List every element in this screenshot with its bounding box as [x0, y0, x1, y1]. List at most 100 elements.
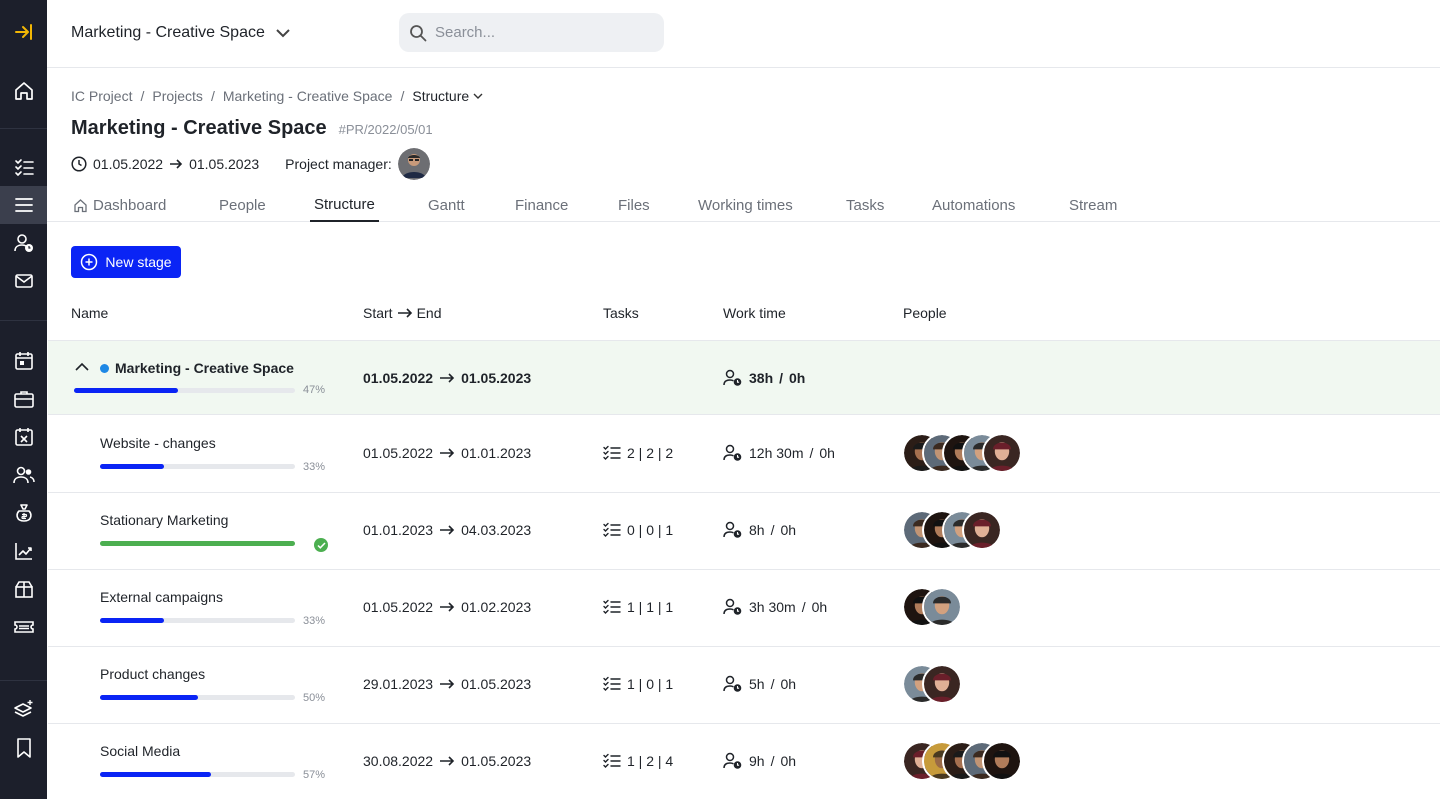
- checklist-icon: [603, 753, 621, 768]
- arrow-right-icon: [440, 525, 455, 535]
- tab-working-times[interactable]: Working times: [694, 189, 797, 222]
- progress-bar: [100, 772, 295, 777]
- expand-sidebar-button[interactable]: [0, 0, 47, 64]
- stage-name: Website - changes: [100, 435, 216, 451]
- tab-stream[interactable]: Stream: [1065, 189, 1121, 222]
- sidebar-item-bookmarks[interactable]: [0, 729, 47, 767]
- stage-row-parent[interactable]: Marketing - Creative Space 47% 01.05.202…: [48, 340, 1440, 415]
- sidebar-item-portfolio[interactable]: [0, 380, 47, 418]
- stage-row[interactable]: External campaigns 33% 01.05.2022 01.02.202…: [48, 570, 1440, 647]
- stage-work-time: 5h/0h: [723, 675, 796, 693]
- person-avatar[interactable]: [982, 433, 1022, 473]
- progress-label: 57%: [303, 769, 326, 781]
- user-clock-icon: [723, 752, 742, 769]
- sidebar-item-absences[interactable]: [0, 418, 47, 456]
- page-title: Marketing - Creative Space: [71, 117, 327, 139]
- stage-work-time: 8h/0h: [723, 521, 796, 539]
- progress-fill: [74, 388, 178, 393]
- stage-people: [902, 587, 962, 627]
- progress-label: 47%: [303, 384, 326, 396]
- stage-row[interactable]: Product changes 50% 29.01.2023 01.05.2023 1 …: [48, 647, 1440, 724]
- new-stage-button[interactable]: New stage: [71, 246, 181, 278]
- progress-bar: [100, 695, 295, 700]
- tab-files[interactable]: Files: [614, 189, 654, 222]
- chart-icon: [14, 543, 32, 560]
- chevron-up-icon[interactable]: [75, 362, 89, 372]
- breadcrumb-ic-project[interactable]: IC Project: [71, 88, 132, 104]
- person-avatar[interactable]: [922, 664, 962, 704]
- completed-check-icon: [314, 538, 328, 552]
- ticket-icon: [13, 621, 34, 633]
- project-tabs: Dashboard People Structure Gantt Finance…: [47, 180, 1440, 222]
- arrow-right-icon: [440, 448, 455, 458]
- sidebar-item-home[interactable]: [0, 72, 47, 110]
- arrow-right-icon: [397, 308, 412, 318]
- progress-fill: [100, 695, 198, 700]
- sidebar-item-tasks[interactable]: [0, 148, 47, 186]
- arrow-right-icon: [440, 602, 455, 612]
- tab-people[interactable]: People: [215, 189, 270, 222]
- project-code: #PR/2022/05/01: [338, 122, 433, 137]
- person-avatar[interactable]: [962, 510, 1002, 550]
- sidebar-item-products[interactable]: [0, 570, 47, 608]
- sidebar-item-projects[interactable]: [0, 186, 47, 224]
- breadcrumb-projects[interactable]: Projects: [152, 88, 203, 104]
- search-icon: [410, 24, 427, 41]
- stage-dates: 30.08.2022 01.05.2023: [363, 753, 532, 769]
- column-header-name: Name: [71, 305, 109, 321]
- search-input[interactable]: [435, 24, 635, 41]
- sidebar-item-reports[interactable]: [0, 532, 47, 570]
- workspace-selector[interactable]: Marketing - Creative Space: [71, 24, 291, 42]
- sidebar-item-people[interactable]: [0, 456, 47, 494]
- sidebar-item-tickets[interactable]: [0, 608, 47, 646]
- person-avatar[interactable]: [922, 587, 962, 627]
- checklist-icon: [603, 445, 621, 460]
- stage-row[interactable]: Social Media 57% 30.08.2022 01.05.2023 1 | 2…: [48, 724, 1440, 799]
- stage-row[interactable]: Website - changes 33% 01.05.2022 01.01.2023…: [48, 416, 1440, 493]
- stage-work-time: 3h 30m/0h: [723, 598, 827, 616]
- home-icon: [14, 82, 33, 100]
- menu-lines-icon: [14, 198, 33, 212]
- sidebar-item-finance[interactable]: [0, 494, 47, 532]
- sidebar-item-calendar[interactable]: [0, 342, 47, 380]
- stage-name: External campaigns: [100, 589, 223, 605]
- column-header-work-time: Work time: [723, 305, 786, 321]
- tab-gantt[interactable]: Gantt: [424, 189, 469, 222]
- sidebar-item-resources[interactable]: [0, 224, 47, 262]
- column-header-start-end: Start End: [363, 305, 442, 321]
- stage-name: Stationary Marketing: [100, 512, 229, 528]
- project-meta: 01.05.2022 01.05.2023 Project manager:: [71, 148, 430, 180]
- sidebar-item-mail[interactable]: [0, 262, 47, 300]
- sidebar-item-templates[interactable]: [0, 690, 47, 728]
- top-header: Marketing - Creative Space: [47, 0, 1440, 68]
- user-clock-icon: [723, 444, 742, 461]
- stage-work-time: 38h / 0h: [723, 369, 805, 387]
- arrow-right-icon: [440, 756, 455, 766]
- stage-tasks: 1 | 1 | 1: [603, 599, 673, 615]
- clock-icon: [71, 156, 87, 172]
- stage-tasks: 1 | 0 | 1: [603, 676, 673, 692]
- stage-row[interactable]: Stationary Marketing 01.01.2023 04.03.2023…: [48, 493, 1440, 570]
- tab-dashboard[interactable]: Dashboard: [69, 189, 170, 222]
- progress-bar: [100, 541, 295, 546]
- stage-people: [902, 433, 1022, 473]
- checklist-icon: [603, 599, 621, 614]
- breadcrumb-structure[interactable]: Structure: [412, 88, 483, 104]
- calendar-x-icon: [14, 428, 33, 446]
- tab-automations[interactable]: Automations: [928, 189, 1019, 222]
- user-clock-icon: [723, 598, 742, 615]
- person-avatar[interactable]: [982, 741, 1022, 781]
- stage-dates: 01.05.2022 01.02.2023: [363, 599, 532, 615]
- tab-structure[interactable]: Structure: [310, 189, 379, 222]
- project-title-row: Marketing - Creative Space #PR/2022/05/0…: [71, 117, 433, 140]
- tab-finance[interactable]: Finance: [511, 189, 572, 222]
- breadcrumb-project[interactable]: Marketing - Creative Space: [223, 88, 393, 104]
- tab-tasks[interactable]: Tasks: [842, 189, 888, 222]
- progress-bar: [100, 464, 295, 469]
- arrow-right-icon: [440, 679, 455, 689]
- project-manager-avatar[interactable]: [397, 148, 430, 180]
- stage-dates: 01.05.2022 01.05.2023: [363, 370, 532, 386]
- workspace-title: Marketing - Creative Space: [71, 24, 265, 41]
- stage-work-time: 12h 30m/0h: [723, 444, 835, 462]
- user-clock-icon: [723, 675, 742, 692]
